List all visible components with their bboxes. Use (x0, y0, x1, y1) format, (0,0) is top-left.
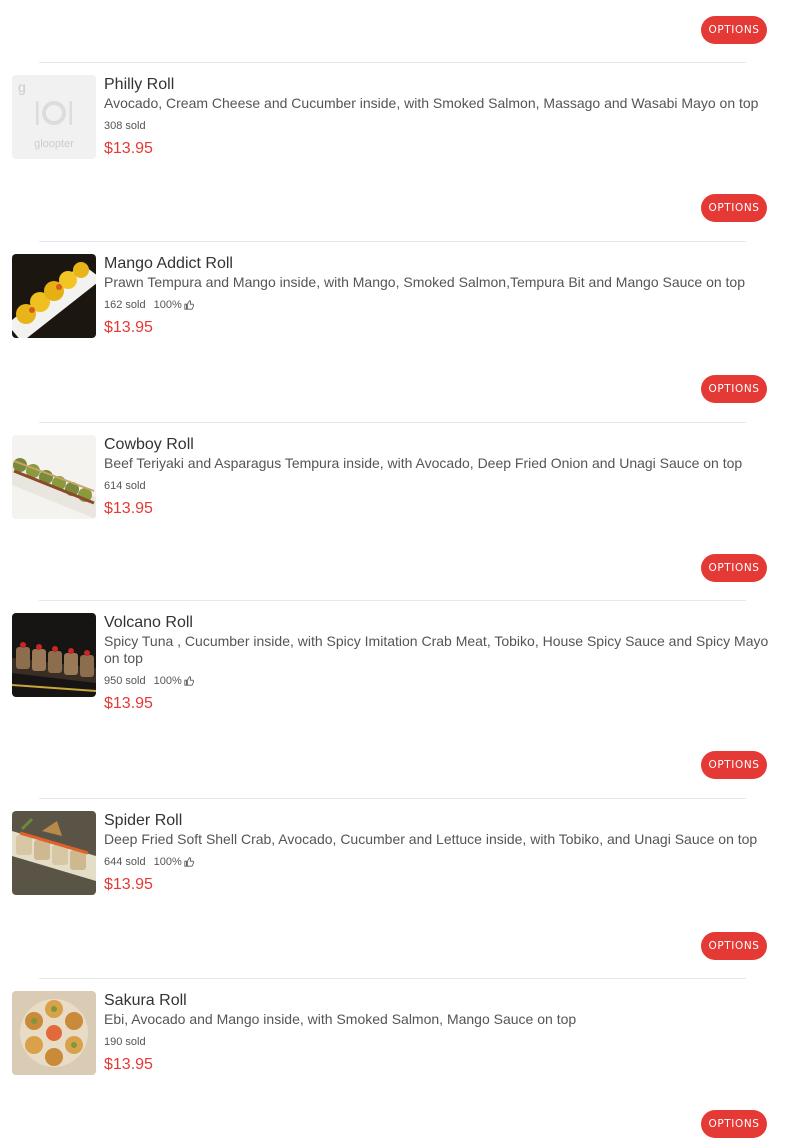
rating-value: 100% (153, 299, 182, 311)
item-name: Cowboy Roll (104, 436, 194, 453)
item-price: $13.95 (104, 695, 153, 712)
item-sold-count: 614 sold (104, 480, 146, 492)
item-name: Spider Roll (104, 812, 183, 829)
item-description: Prawn Tempura and Mango inside, with Man… (104, 274, 745, 290)
item-rating: 100% (154, 298, 194, 312)
item-rating: 100% (154, 855, 194, 869)
item-sold-count: 190 sold (104, 1036, 146, 1048)
item-description: Beef Teriyaki and Asparagus Tempura insi… (104, 455, 743, 471)
item-name: Mango Addict Roll (104, 255, 233, 272)
item-name: Sakura Roll (104, 992, 187, 1009)
placeholder-brand: gloopter (34, 138, 74, 150)
divider (39, 422, 746, 423)
placeholder-initial: g (18, 79, 26, 95)
thumbs-up-icon (184, 300, 194, 310)
options-button[interactable]: OPTIONS (701, 554, 767, 582)
item-sold-count: 950 sold (104, 675, 146, 687)
item-price: $13.95 (104, 319, 153, 336)
item-price: $13.95 (104, 1056, 153, 1073)
thumbs-up-icon (184, 676, 194, 686)
volcano-roll-photo (12, 613, 96, 697)
options-button[interactable]: OPTIONS (701, 375, 767, 403)
item-sold-count: 644 sold (104, 856, 146, 868)
spider-roll-photo (12, 811, 96, 895)
item-sold-count: 308 sold (104, 120, 146, 132)
item-description: Spicy Tuna , Cucumber inside, with Spicy… (104, 633, 769, 666)
divider (39, 241, 746, 242)
options-button[interactable]: OPTIONS (701, 1110, 767, 1138)
options-button[interactable]: OPTIONS (701, 932, 767, 960)
item-description: Deep Fried Soft Shell Crab, Avocado, Cuc… (104, 831, 758, 847)
divider (39, 600, 746, 601)
item-name: Philly Roll (104, 76, 175, 93)
item-price: $13.95 (104, 876, 153, 893)
thumbs-up-icon (184, 857, 194, 867)
divider (39, 62, 746, 63)
item-description: Avocado, Cream Cheese and Cucumber insid… (104, 95, 759, 111)
options-button[interactable]: OPTIONS (701, 751, 767, 779)
plate-icon (36, 101, 72, 125)
item-price: $13.95 (104, 140, 153, 157)
rating-value: 100% (153, 856, 182, 868)
item-image-placeholder: g gloopter (12, 75, 96, 159)
options-button[interactable]: OPTIONS (701, 194, 767, 222)
cowboy-roll-photo (12, 435, 96, 519)
options-button[interactable]: OPTIONS (701, 16, 767, 44)
mango-addict-roll-photo (12, 254, 96, 338)
item-description: Ebi, Avocado and Mango inside, with Smok… (104, 1011, 577, 1027)
rating-value: 100% (153, 675, 182, 687)
sakura-roll-photo (12, 991, 96, 1075)
divider (39, 798, 746, 799)
item-sold-count: 162 sold (104, 299, 146, 311)
item-rating: 100% (154, 674, 194, 688)
divider (39, 978, 746, 979)
item-price: $13.95 (104, 500, 153, 517)
item-name: Volcano Roll (104, 614, 193, 631)
